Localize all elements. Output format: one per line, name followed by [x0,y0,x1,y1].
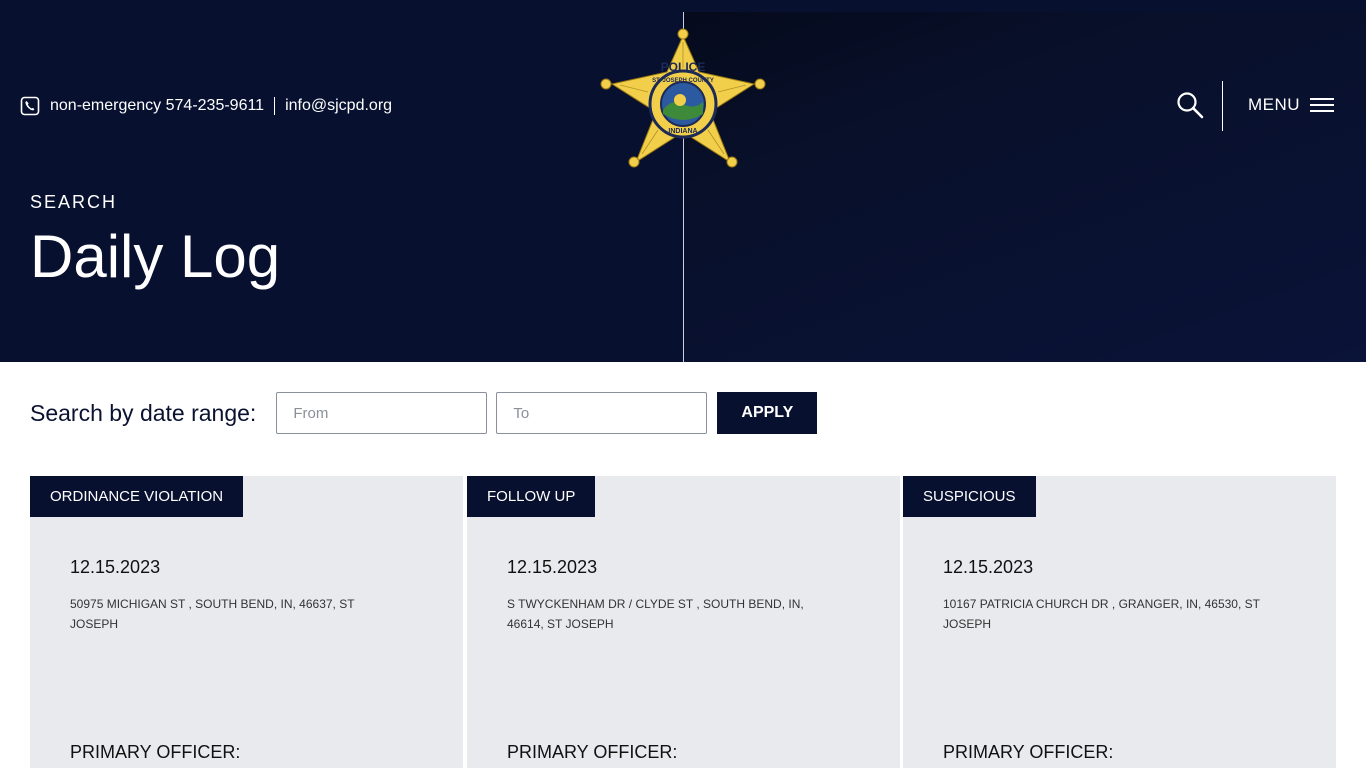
badge-ring-text: ST. JOSEPH COUNTY [652,78,714,84]
card-address: S TWYCKENHAM DR / CLYDE ST , SOUTH BEND,… [507,597,804,631]
contact-separator [274,97,276,115]
page-eyebrow: SEARCH [30,192,118,212]
phone-icon [20,96,40,116]
card-address: 10167 PATRICIA CHURCH DR , GRANGER, IN, … [943,597,1260,631]
date-range-label: Search by date range: [30,399,257,426]
card-officer-label: PRIMARY OFFICER: [70,742,241,762]
email-link[interactable]: info@sjcpd.org [285,97,392,115]
badge-bottom-text: INDIANA [668,128,697,135]
card-date: 12.15.2023 [70,557,161,577]
card-address: 50975 MICHIGAN ST , SOUTH BEND, IN, 4663… [70,597,355,631]
badge-top-text: POLICE [661,60,706,74]
hamburger-menu-icon [1310,98,1335,112]
police-badge-logo[interactable]: POLICE ST. JOSEPH COUNTY INDIANA [600,28,766,170]
category-tag: ORDINANCE VIOLATION [30,476,244,517]
search-icon[interactable] [1176,91,1204,119]
hero-right-panel [684,12,1366,362]
hero-banner: non-emergency 574-235-9611 info@sjcpd.or… [0,0,1366,362]
log-card[interactable]: ORDINANCE VIOLATION 12.15.2023 50975 MIC… [30,476,463,768]
to-date-input[interactable] [496,392,708,434]
nav-divider [1222,81,1223,131]
menu-label: MENU [1248,95,1301,114]
log-card[interactable]: SUSPICIOUS 12.15.2023 10167 PATRICIA CHU… [903,476,1336,768]
page-title: Daily Log [30,223,281,290]
from-date-input[interactable] [276,392,488,434]
card-officer-label: PRIMARY OFFICER: [943,742,1114,762]
phone-link[interactable]: non-emergency 574-235-9611 [50,97,264,115]
log-card[interactable]: FOLLOW UP 12.15.2023 S TWYCKENHAM DR / C… [467,476,900,768]
contact-bar: non-emergency 574-235-9611 info@sjcpd.or… [20,95,392,117]
category-tag: SUSPICIOUS [903,476,1036,517]
apply-button[interactable]: APPLY [717,392,818,434]
date-range-search: Search by date range: APPLY [30,392,818,434]
card-date: 12.15.2023 [507,557,598,577]
menu-button[interactable]: MENU [1248,95,1335,115]
card-officer-label: PRIMARY OFFICER: [507,742,678,762]
card-date: 12.15.2023 [943,557,1034,577]
category-tag: FOLLOW UP [467,476,596,517]
